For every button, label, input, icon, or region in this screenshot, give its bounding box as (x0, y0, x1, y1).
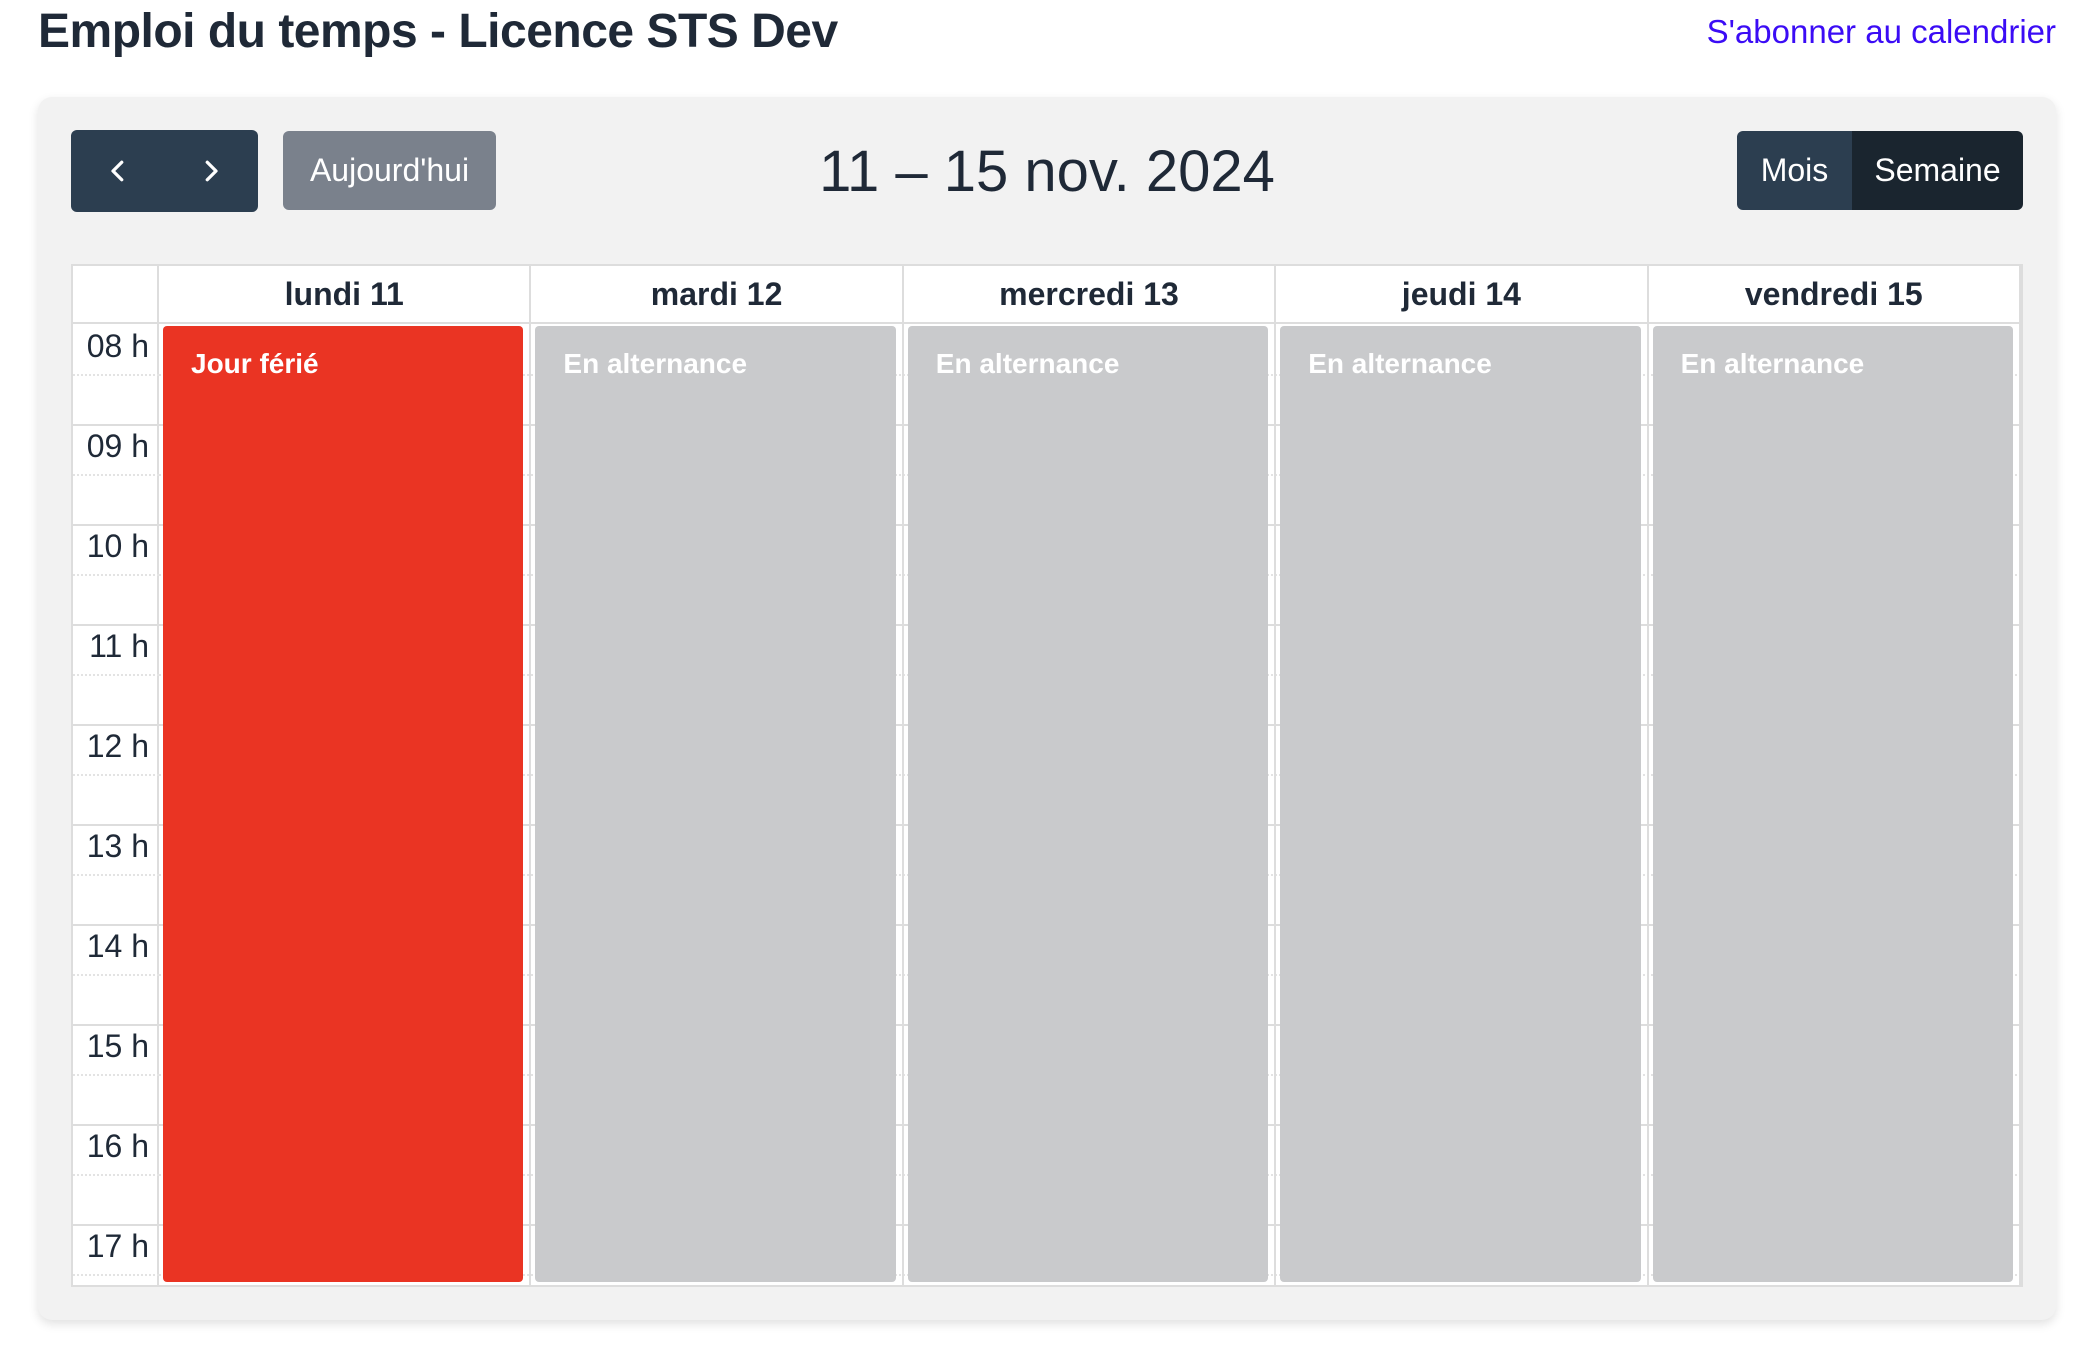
half-hour-axis-tick (73, 374, 159, 376)
half-hour-axis-tick (73, 774, 159, 776)
calendar-event[interactable]: En alternance (1280, 326, 1641, 1282)
hour-label: 08 h (80, 328, 149, 365)
day-header: lundi 11 (159, 266, 532, 324)
view-switcher: Mois Semaine (1737, 131, 2023, 210)
day-header: mercredi 13 (903, 266, 1277, 324)
page-title: Emploi du temps - Licence STS Dev (38, 5, 838, 58)
event-title: Jour férié (191, 348, 319, 379)
week-grid: lundi 11 mardi 12 mercredi 13 jeudi 14 vendr… (71, 264, 2023, 1287)
day-header: jeudi 14 (1276, 266, 1649, 324)
time-grid-body: 08 h 09 h 10 h 11 h 12 h 13 h 14 h 15 h 16 h 17 h… (73, 324, 2021, 1285)
half-hour-axis-tick (73, 874, 159, 876)
event-title: En alternance (563, 348, 748, 379)
event-title: En alternance (935, 348, 1120, 379)
time-axis: 08 h 09 h 10 h 11 h 12 h 13 h 14 h 15 h 16 h 17 h (73, 324, 159, 1285)
chevron-right-icon (205, 160, 218, 182)
half-hour-axis-tick (73, 674, 159, 676)
day-header: vendredi 15 (1648, 266, 2021, 324)
view-month-button[interactable]: Mois (1737, 131, 1852, 210)
page-header: Emploi du temps - Licence STS Dev S'abon… (38, 0, 2056, 68)
half-hour-axis-tick (73, 474, 159, 476)
day-header: mardi 12 (531, 266, 904, 324)
hour-label: 09 h (80, 428, 149, 465)
half-hour-axis-tick (73, 1274, 159, 1276)
today-button[interactable]: Aujourd'hui (283, 131, 496, 210)
half-hour-axis-tick (73, 1174, 159, 1176)
nav-button-group (71, 130, 258, 212)
chevron-left-icon (110, 160, 123, 182)
event-title: En alternance (1680, 348, 1865, 379)
half-hour-axis-tick (73, 574, 159, 576)
hour-label: 17 h (80, 1228, 149, 1265)
hour-label: 14 h (80, 928, 149, 965)
next-week-button[interactable] (164, 130, 257, 212)
calendar-event[interactable]: En alternance (535, 326, 896, 1282)
hour-label: 15 h (80, 1028, 149, 1065)
hour-label: 10 h (80, 528, 149, 565)
event-title: En alternance (1308, 348, 1492, 379)
hour-label: 12 h (80, 728, 149, 765)
calendar-event[interactable]: En alternance (1652, 326, 2013, 1282)
half-hour-axis-tick (73, 974, 159, 976)
calendar-card: Aujourd'hui 11 – 15 nov. 2024 Mois Semai… (38, 97, 2056, 1320)
prev-week-button[interactable] (71, 130, 164, 212)
calendar-toolbar: Aujourd'hui 11 – 15 nov. 2024 Mois Semai… (71, 130, 2023, 212)
calendar-event[interactable]: Jour férié (163, 326, 524, 1282)
time-axis-corner (73, 266, 159, 324)
hour-label: 11 h (83, 628, 149, 665)
hour-label: 13 h (80, 828, 149, 865)
subscribe-calendar-link[interactable]: S'abonner au calendrier (1707, 13, 2056, 51)
half-hour-axis-tick (73, 1074, 159, 1076)
view-week-button[interactable]: Semaine (1852, 131, 2023, 210)
hour-label: 16 h (80, 1128, 149, 1165)
calendar-event[interactable]: En alternance (907, 326, 1269, 1282)
